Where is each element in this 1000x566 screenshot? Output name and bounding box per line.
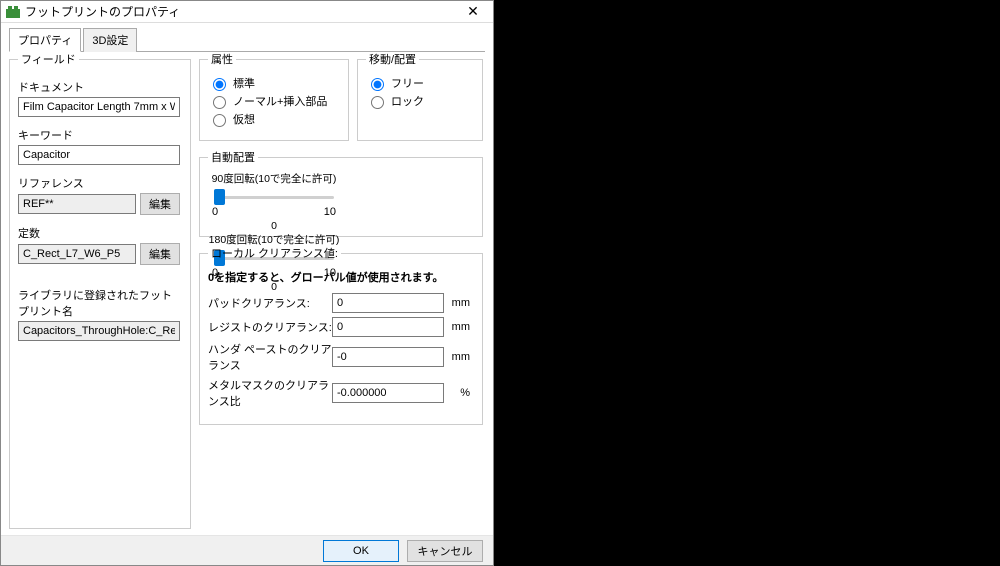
move-legend: 移動/配置: [366, 51, 419, 67]
cancel-button[interactable]: キャンセル: [407, 540, 483, 562]
pad-clearance-label: パッドクリアランス:: [208, 295, 332, 311]
move-free[interactable]: フリー: [366, 75, 474, 91]
attr-normal-radio[interactable]: [213, 78, 226, 91]
ratio-clearance-input[interactable]: [332, 383, 444, 403]
rot90-label: 90度回転(10で完全に許可): [208, 171, 340, 186]
fields-legend: フィールド: [18, 51, 79, 67]
tab-3d-settings[interactable]: 3D設定: [83, 28, 137, 52]
mask-clearance-input[interactable]: [332, 317, 444, 337]
group-autoplace: 自動配置 90度回転(10で完全に許可) 010 0 180度回転(10で完全に…: [199, 149, 483, 237]
value-label: 定数: [18, 225, 182, 241]
dialog-window: フットプリントのプロパティ ✕ プロパティ 3D設定 フィールド ドキュメント …: [0, 0, 494, 566]
group-attributes: 属性 標準 ノーマル+挿入部品 仮想: [199, 51, 349, 141]
pad-clearance-unit: mm: [444, 297, 470, 309]
attr-smd-radio[interactable]: [213, 96, 226, 109]
ok-button[interactable]: OK: [323, 540, 399, 562]
library-label: ライブラリに登録されたフットプリント名: [18, 287, 182, 319]
attr-virtual-radio[interactable]: [213, 114, 226, 127]
window-title: フットプリントのプロパティ: [25, 3, 453, 20]
tab-properties[interactable]: プロパティ: [9, 28, 81, 52]
ratio-clearance-unit: %: [444, 387, 470, 399]
group-clearance: ローカル クリアランス値: 0を指定すると、グローバル値が使用されます。 パッド…: [199, 245, 483, 425]
titlebar: フットプリントのプロパティ ✕: [1, 1, 493, 23]
library-input: [18, 321, 180, 341]
close-button[interactable]: ✕: [453, 1, 493, 23]
pad-clearance-input[interactable]: [332, 293, 444, 313]
attr-virtual[interactable]: 仮想: [208, 111, 340, 127]
attributes-legend: 属性: [208, 51, 236, 67]
ratio-clearance-label: メタルマスクのクリアランス比: [208, 377, 332, 409]
mask-clearance-unit: mm: [444, 321, 470, 333]
autoplace-legend: 自動配置: [208, 149, 258, 165]
move-lock[interactable]: ロック: [366, 93, 474, 109]
keyword-label: キーワード: [18, 127, 182, 143]
clearance-legend: ローカル クリアランス値:: [208, 245, 341, 261]
value-input: [18, 244, 136, 264]
keyword-input[interactable]: [18, 145, 180, 165]
group-fields: フィールド ドキュメント キーワード リファレンス 編集 定数 編集 ライブラリ…: [9, 51, 191, 529]
document-label: ドキュメント: [18, 79, 182, 95]
reference-edit-button[interactable]: 編集: [140, 193, 180, 215]
value-edit-button[interactable]: 編集: [140, 243, 180, 265]
rot90-slider[interactable]: [214, 188, 334, 206]
attr-smd[interactable]: ノーマル+挿入部品: [208, 93, 340, 109]
reference-input: [18, 194, 136, 214]
paste-clearance-input[interactable]: [332, 347, 444, 367]
attr-normal[interactable]: 標準: [208, 75, 340, 91]
tab-strip: プロパティ 3D設定: [9, 27, 485, 52]
reference-label: リファレンス: [18, 175, 182, 191]
document-input[interactable]: [18, 97, 180, 117]
paste-clearance-label: ハンダ ペーストのクリアランス: [208, 341, 332, 373]
move-free-radio[interactable]: [371, 78, 384, 91]
rot90-value: 0: [208, 220, 340, 232]
dialog-footer: OK キャンセル: [1, 535, 493, 565]
mask-clearance-label: レジストのクリアランス:: [208, 319, 332, 335]
app-icon: [5, 4, 21, 20]
group-move: 移動/配置 フリー ロック: [357, 51, 483, 141]
clearance-note: 0を指定すると、グローバル値が使用されます。: [208, 269, 474, 285]
rot90-block: 90度回転(10で完全に許可) 010 0: [208, 171, 340, 232]
paste-clearance-unit: mm: [444, 351, 470, 363]
move-lock-radio[interactable]: [371, 96, 384, 109]
